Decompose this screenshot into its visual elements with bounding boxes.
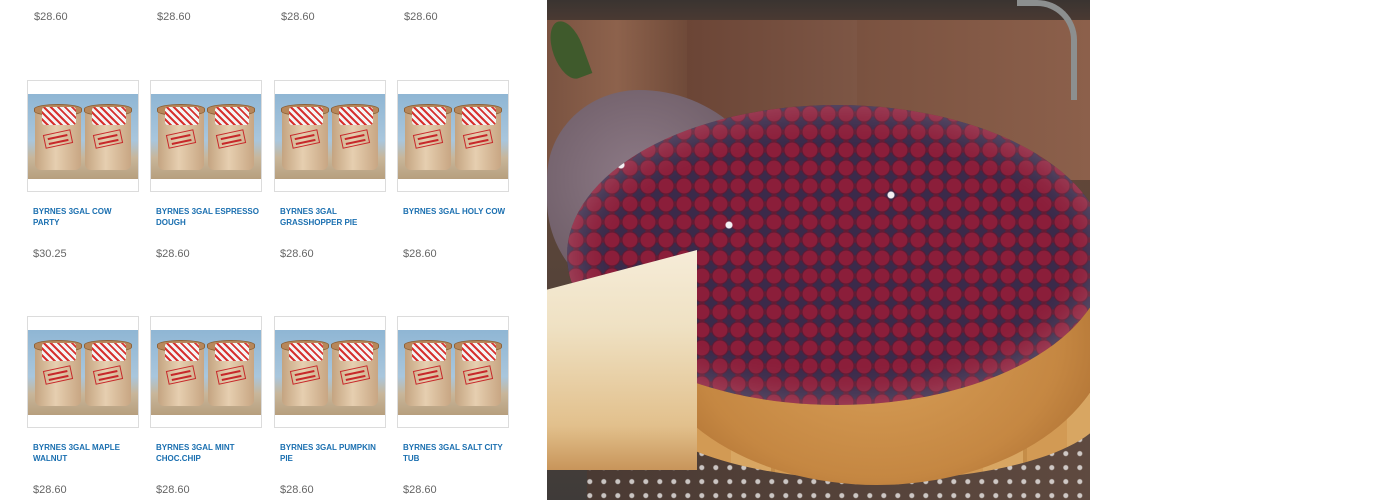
product-price: $28.60 — [156, 248, 190, 260]
ice-cream-tub — [404, 104, 452, 172]
product-name-link[interactable]: BYRNES 3GAL GRASSHOPPER PIE — [274, 206, 386, 228]
product-price: $28.60 — [33, 484, 67, 496]
tub-image — [275, 94, 385, 179]
product-name-link[interactable]: BYRNES 3GAL MAPLE WALNUT — [27, 442, 139, 464]
ice-cream-tub — [281, 104, 329, 172]
product-thumbnail[interactable] — [274, 316, 386, 428]
tub-image — [28, 94, 138, 179]
ice-cream-tub — [157, 340, 205, 408]
product-thumbnail[interactable] — [150, 316, 262, 428]
tub-image — [398, 94, 508, 179]
product-thumbnail[interactable] — [397, 316, 509, 428]
product-thumbnail[interactable] — [150, 80, 262, 192]
product-thumbnail[interactable] — [27, 316, 139, 428]
tub-image — [151, 330, 261, 415]
tart-slice-cut — [547, 250, 697, 470]
ice-cream-tub — [34, 340, 82, 408]
product-price: $28.60 — [404, 11, 438, 23]
product-price: $28.60 — [34, 11, 68, 23]
product-name-link[interactable]: BYRNES 3GAL COW PARTY — [27, 206, 139, 228]
hero-image-berry-tart — [547, 0, 1090, 500]
tub-image — [28, 330, 138, 415]
product-price: $28.60 — [156, 484, 190, 496]
ice-cream-tub — [84, 104, 132, 172]
ice-cream-tub — [281, 340, 329, 408]
ice-cream-tub — [207, 340, 255, 408]
product-name-link[interactable]: BYRNES 3GAL MINT CHOC.CHIP — [150, 442, 262, 464]
ice-cream-tub — [454, 340, 502, 408]
ice-cream-tub — [331, 104, 379, 172]
ice-cream-tub — [34, 104, 82, 172]
product-name-link[interactable]: BYRNES 3GAL HOLY COW — [397, 206, 509, 217]
product-price: $28.60 — [280, 248, 314, 260]
ice-cream-tub — [84, 340, 132, 408]
product-name-link[interactable]: BYRNES 3GAL SALT CITY TUB — [397, 442, 509, 464]
ice-cream-tub — [404, 340, 452, 408]
product-price: $30.25 — [33, 248, 67, 260]
product-thumbnail[interactable] — [27, 80, 139, 192]
ice-cream-tub — [207, 104, 255, 172]
tub-image — [275, 330, 385, 415]
ice-cream-tub — [331, 340, 379, 408]
utensil — [1017, 0, 1077, 100]
tub-image — [151, 94, 261, 179]
product-price: $28.60 — [403, 484, 437, 496]
previous-row-prices: $28.60 $28.60 $28.60 $28.60 — [0, 0, 540, 36]
product-price: $28.60 — [403, 248, 437, 260]
product-price: $28.60 — [157, 11, 191, 23]
product-price: $28.60 — [280, 484, 314, 496]
tub-image — [398, 330, 508, 415]
ice-cream-tub — [454, 104, 502, 172]
product-thumbnail[interactable] — [397, 80, 509, 192]
product-price: $28.60 — [281, 11, 315, 23]
product-name-link[interactable]: BYRNES 3GAL ESPRESSO DOUGH — [150, 206, 262, 228]
product-name-link[interactable]: BYRNES 3GAL PUMPKIN PIE — [274, 442, 386, 464]
product-thumbnail[interactable] — [274, 80, 386, 192]
ice-cream-tub — [157, 104, 205, 172]
